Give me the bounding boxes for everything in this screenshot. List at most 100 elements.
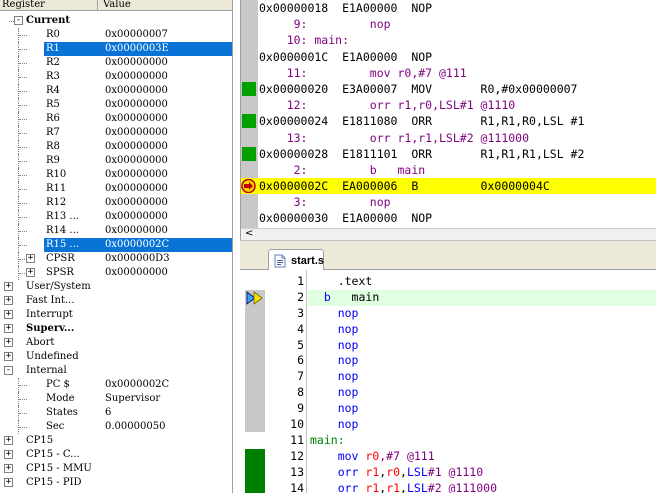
register-value[interactable]: 0x00000007	[105, 28, 168, 42]
source-line[interactable]: 10: main:	[241, 32, 656, 48]
expand-plus-icon[interactable]: +	[4, 436, 13, 445]
register-value[interactable]: Supervisor	[105, 392, 160, 406]
register-row[interactable]: + Abort	[0, 336, 232, 350]
register-row[interactable]: R10 0x00000000	[0, 168, 232, 182]
register-value[interactable]: 0x0000002C	[105, 238, 169, 252]
register-value[interactable]: 0x000000D3	[105, 252, 170, 266]
editor-line[interactable]: 14 orr r1,r1,LSL#2 @111000	[240, 480, 656, 493]
expand-plus-icon[interactable]: +	[4, 478, 13, 487]
register-row[interactable]: PC $ 0x0000002C	[0, 378, 232, 392]
expand-plus-icon[interactable]: +	[4, 464, 13, 473]
register-row[interactable]: + User/System	[0, 280, 232, 294]
collapse-minus-icon[interactable]: -	[14, 16, 23, 25]
register-value[interactable]: 0x00000000	[105, 182, 168, 196]
register-row[interactable]: + CP15 - MMU	[0, 462, 232, 476]
register-row[interactable]: + CP15 - C...	[0, 448, 232, 462]
register-row[interactable]: R13 ... 0x00000000	[0, 210, 232, 224]
expand-plus-icon[interactable]: +	[4, 296, 13, 305]
disassembly-line[interactable]: 0x00000024 E1811080 ORR R1,R1,R0,LSL #1	[241, 113, 656, 129]
register-row[interactable]: R12 0x00000000	[0, 196, 232, 210]
tab-start-s[interactable]: start.s	[268, 249, 324, 271]
register-row[interactable]: R7 0x00000000	[0, 126, 232, 140]
editor-line[interactable]: 1 .text	[240, 274, 656, 290]
register-row[interactable]: + Superv...	[0, 322, 232, 336]
register-row[interactable]: Mode Supervisor	[0, 392, 232, 406]
editor-line[interactable]: 8 nop	[240, 385, 656, 401]
scroll-left-icon[interactable]: <	[245, 228, 253, 239]
editor-line[interactable]: 4 nop	[240, 322, 656, 338]
register-row[interactable]: R15 ... 0x0000002C	[0, 238, 232, 252]
register-value[interactable]: 6	[105, 406, 111, 420]
expand-plus-icon[interactable]: +	[4, 282, 13, 291]
disassembly-horizontal-scrollbar[interactable]: <	[241, 228, 656, 240]
editor-line[interactable]: 3 nop	[240, 306, 656, 322]
register-row[interactable]: R3 0x00000000	[0, 70, 232, 84]
register-value[interactable]: 0x00000000	[105, 140, 168, 154]
register-value[interactable]: 0.00000050	[105, 420, 165, 434]
register-value[interactable]: 0x00000000	[105, 70, 168, 84]
register-row[interactable]: R1 0x0000003E	[0, 42, 232, 56]
register-row[interactable]: - Current	[0, 14, 232, 28]
register-row[interactable]: R4 0x00000000	[0, 84, 232, 98]
register-row[interactable]: R6 0x00000000	[0, 112, 232, 126]
register-row[interactable]: + CPSR 0x000000D3	[0, 252, 232, 266]
editor-line[interactable]: 12 mov r0,#7 @111	[240, 448, 656, 465]
editor-line[interactable]: 2 b main	[240, 289, 656, 306]
register-value[interactable]: 0x00000000	[105, 112, 168, 126]
register-row[interactable]: + CP15 - PID	[0, 476, 232, 490]
disassembly-line[interactable]: 0x0000001C E1A00000 NOP	[241, 49, 656, 65]
source-line[interactable]: 3: nop	[241, 194, 656, 210]
register-row[interactable]: + Interrupt	[0, 308, 232, 322]
register-value[interactable]: 0x00000000	[105, 56, 168, 70]
register-row[interactable]: + CP15	[0, 434, 232, 448]
register-value[interactable]: 0x00000000	[105, 126, 168, 140]
disassembly-line[interactable]: 0x00000020 E3A00007 MOV R0,#0x00000007	[241, 81, 656, 97]
register-value[interactable]: 0x0000002C	[105, 378, 169, 392]
register-value[interactable]: 0x00000000	[105, 168, 168, 182]
disassembly-line[interactable]: 0x00000030 E1A00000 NOP	[241, 210, 656, 226]
disassembly-line[interactable]: 0x00000018 E1A00000 NOP	[241, 0, 656, 16]
expand-plus-icon[interactable]: +	[4, 352, 13, 361]
expand-plus-icon[interactable]: +	[26, 254, 35, 263]
disassembly-line[interactable]: 0x00000028 E1811101 ORR R1,R1,R1,LSL #2	[241, 146, 656, 162]
register-value[interactable]: 0x00000000	[105, 224, 168, 238]
expand-plus-icon[interactable]: +	[26, 268, 35, 277]
register-row[interactable]: R0 0x00000007	[0, 28, 232, 42]
register-row[interactable]: R11 0x00000000	[0, 182, 232, 196]
expand-plus-icon[interactable]: +	[4, 310, 13, 319]
register-row[interactable]: R5 0x00000000	[0, 98, 232, 112]
source-line[interactable]: 13: orr r1,r1,LSL#2 @111000	[241, 130, 656, 146]
register-row[interactable]: States 6	[0, 406, 232, 420]
register-column-header[interactable]: Register	[2, 0, 98, 11]
expand-plus-icon[interactable]: +	[4, 338, 13, 347]
editor-line[interactable]: 5 nop	[240, 338, 656, 354]
register-row[interactable]: + Fast Int...	[0, 294, 232, 308]
source-line[interactable]: 2: b main	[241, 162, 656, 178]
expand-plus-icon[interactable]: +	[4, 450, 13, 459]
register-value[interactable]: 0x00000000	[105, 196, 168, 210]
register-value[interactable]: 0x0000003E	[105, 42, 169, 56]
register-row[interactable]: Sec 0.00000050	[0, 420, 232, 434]
register-row[interactable]: + Undefined	[0, 350, 232, 364]
register-value[interactable]: 0x00000000	[105, 210, 168, 224]
collapse-minus-icon[interactable]: -	[4, 366, 13, 375]
source-editor[interactable]: 1 .text 2 b main 3 nop 4 nop 5 nop 6 nop 7 nop…	[240, 270, 656, 493]
register-row[interactable]: R2 0x00000000	[0, 56, 232, 70]
register-value[interactable]: 0x00000000	[105, 84, 168, 98]
editor-line[interactable]: 7 nop	[240, 369, 656, 385]
editor-line[interactable]: 13 orr r1,r0,LSL#1 @1110	[240, 464, 656, 481]
value-column-header[interactable]: Value	[103, 0, 131, 11]
editor-line[interactable]: 10 nop	[240, 417, 656, 433]
register-row[interactable]: + SPSR 0x00000000	[0, 266, 232, 280]
source-line[interactable]: 9: nop	[241, 16, 656, 32]
source-line[interactable]: 12: orr r1,r0,LSL#1 @1110	[241, 97, 656, 113]
register-row[interactable]: R14 ... 0x00000000	[0, 224, 232, 238]
disassembly-line[interactable]: 0x0000002C EA000006 B 0x0000004C	[241, 178, 656, 195]
register-row[interactable]: - Internal	[0, 364, 232, 378]
register-row[interactable]: R9 0x00000000	[0, 154, 232, 168]
register-value[interactable]: 0x00000000	[105, 266, 168, 280]
register-row[interactable]: R8 0x00000000	[0, 140, 232, 154]
editor-line[interactable]: 6 nop	[240, 353, 656, 369]
expand-plus-icon[interactable]: +	[4, 324, 13, 333]
register-value[interactable]: 0x00000000	[105, 98, 168, 112]
